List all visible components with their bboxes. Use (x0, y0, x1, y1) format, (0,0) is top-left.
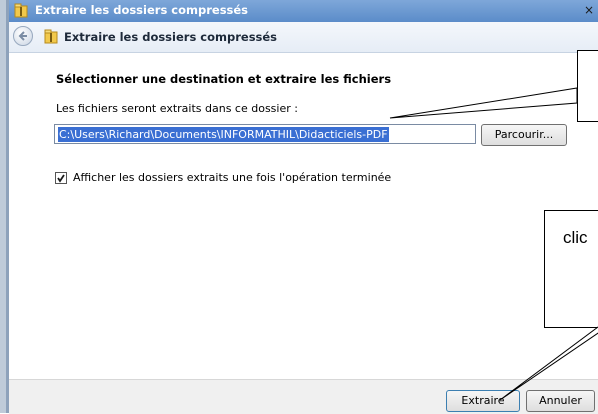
annotation-pointers (389, 87, 598, 401)
pointer-to-path-input (389, 87, 578, 119)
pointer-to-extract-button (499, 326, 598, 401)
